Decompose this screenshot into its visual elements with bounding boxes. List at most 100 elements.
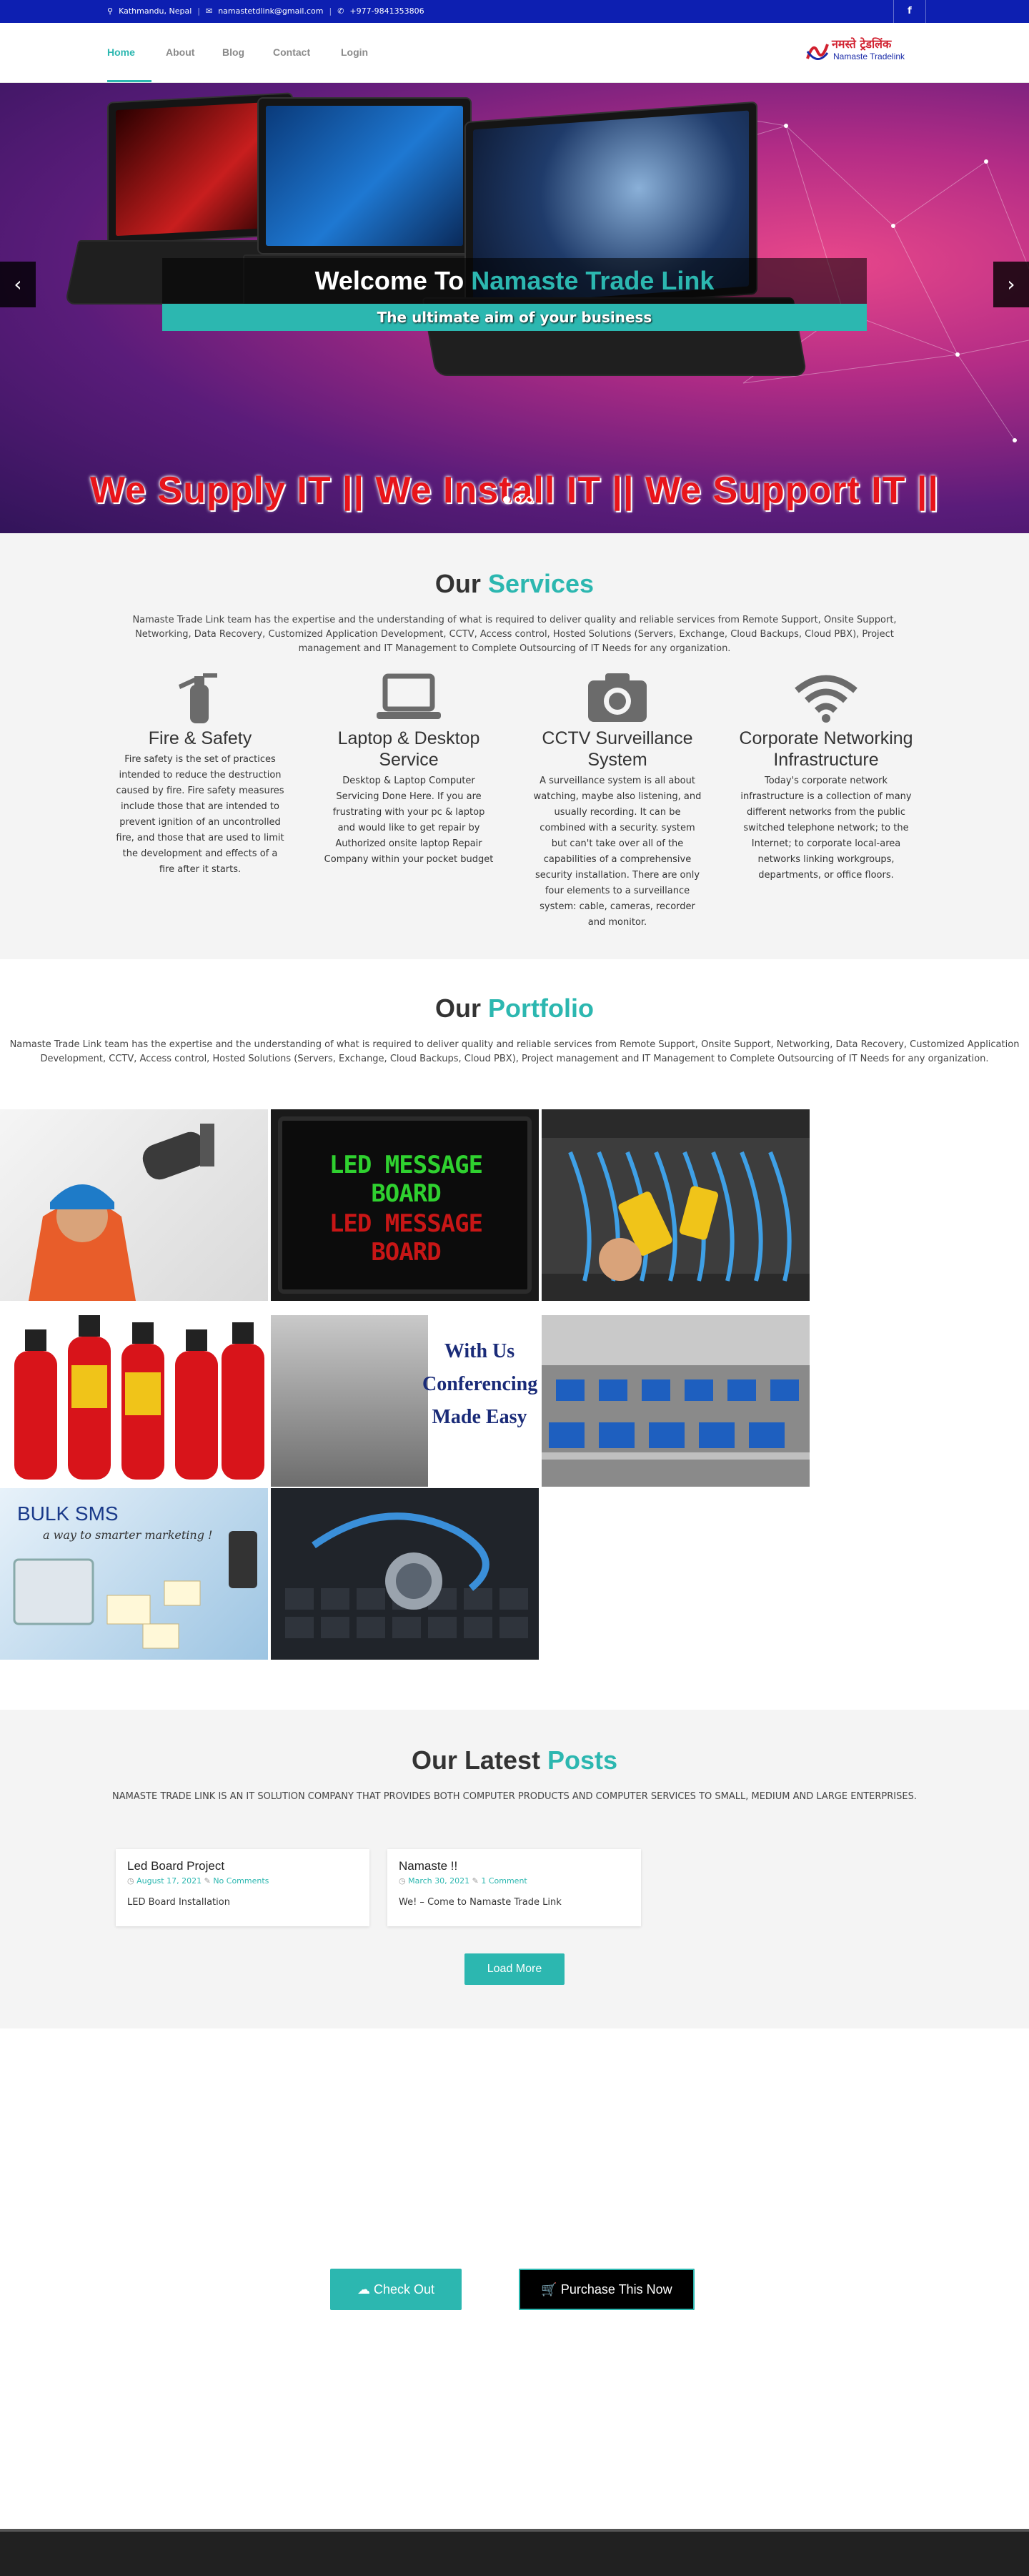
service-text: Desktop & Laptop Computer Servicing Done… [324,776,494,865]
slider-dot[interactable] [514,496,522,503]
nav-item-contact[interactable]: Contact [273,46,310,58]
nav-item-blog[interactable]: Blog [222,46,244,58]
service-title: Corporate Networking Infrastructure [739,728,913,770]
logo-mark-icon [806,44,829,60]
portfolio-item-laptop-repair[interactable] [271,1488,539,1660]
post-date[interactable]: August 17, 2021 [136,1876,202,1886]
post-meta: ◷ March 30, 2021 ✎ 1 Comment [399,1876,630,1886]
hero-title-prefix: Welcome To [314,266,464,295]
nav-item-home[interactable]: Home [107,46,135,58]
phone-icon: ✆ [337,6,344,16]
location-text: Kathmandu, Nepal [119,6,192,16]
cart-icon: 🛒 [541,2282,557,2297]
portfolio-title-highlight: Portfolio [488,994,594,1023]
main-nav: Home About Blog Contact Login नमस्ते ट्र… [0,23,1029,83]
nav-item-about[interactable]: About [166,46,194,58]
hero-title-highlight: Namaste Trade Link [471,266,715,295]
led-board-text-1: LED MESSAGE BOARD [329,1151,483,1208]
nav-item-login[interactable]: Login [341,46,368,58]
service-text: Fire safety is the set of practices inte… [116,754,284,875]
hero-title: Welcome To Namaste Trade Link [162,258,867,304]
posts-description: NAMASTE TRADE LINK IS AN IT SOLUTION COM… [112,1791,917,1802]
wifi-icon [733,669,919,726]
cta-section: ☁ Check Out Features 🛒 Purchase This Now [0,2028,1029,2529]
portfolio-item-network-cabling[interactable] [542,1109,810,1301]
email-link[interactable]: namastetdlink@gmail.com [218,6,323,16]
portfolio-item-led-board[interactable]: LED MESSAGE BOARD LED MESSAGE BOARD [271,1109,539,1301]
load-more-button[interactable]: Load More [464,1953,565,1985]
service-text: A surveillance system is all about watch… [533,776,702,928]
service-card-fire: Fire & Safety Fire safety is the set of … [107,669,293,878]
check-out-features-label: Check Out Features [370,2282,435,2338]
contact-info: ⚲ Kathmandu, Nepal | ✉ namastetdlink@gma… [107,6,424,16]
comment-icon: ✎ [472,1876,479,1886]
portfolio-section: Our Portfolio Namaste Trade Link team ha… [0,959,1029,1710]
divider: | [197,6,200,16]
service-title: CCTV Surveillance System [542,728,693,770]
posts-title: Our Latest Posts [0,1745,1029,1775]
post-card[interactable]: Led Board Project ◷ August 17, 2021 ✎ No… [116,1849,369,1926]
conferencing-line-1: With Us [444,1340,515,1362]
cloud-download-icon: ☁ [357,2282,370,2297]
chevron-right-icon[interactable]: › [993,262,1029,307]
portfolio-item-bulk-sms[interactable]: BULK SMS a way to smarter marketing ! [0,1488,268,1660]
check-out-features-button[interactable]: ☁ Check Out Features [330,2269,462,2338]
hero-banner-text: We Supply IT || We Install IT || We Supp… [90,470,939,511]
post-excerpt: We! – Come to Namaste Trade Link [399,1897,562,1908]
clock-icon: ◷ [127,1876,134,1886]
facebook-icon[interactable]: f [893,0,926,23]
purchase-button[interactable]: 🛒 Purchase This Now [519,2269,695,2310]
envelope-icon: ✉ [205,6,213,16]
top-bar: ⚲ Kathmandu, Nepal | ✉ namastetdlink@gma… [0,0,1029,23]
portfolio-description: Namaste Trade Link team has the expertis… [9,1039,1020,1064]
post-date[interactable]: March 30, 2021 [408,1876,469,1886]
services-title-prefix: Our [434,569,481,598]
site-logo[interactable]: नमस्ते ट्रेडलिंक Namaste Tradelink [803,33,918,70]
hero-slider: Welcome To Namaste Trade Link The ultima… [0,83,1029,533]
slider-dots [503,496,533,503]
portfolio-item-fire-extinguishers[interactable] [0,1301,268,1488]
comment-icon: ✎ [204,1876,211,1886]
post-meta: ◷ August 17, 2021 ✎ No Comments [127,1876,358,1886]
laptop-icon [316,669,502,726]
slider-dot[interactable] [526,496,533,503]
location-pin-icon: ⚲ [107,6,114,16]
post-title[interactable]: Namaste !! [399,1859,630,1873]
services-description: Namaste Trade Link team has the expertis… [132,615,897,654]
portfolio-title: Our Portfolio [0,994,1029,1024]
post-comments[interactable]: 1 Comment [481,1876,527,1886]
service-title: Laptop & Desktop Service [337,728,480,770]
conferencing-line-2: Conferencing [422,1373,538,1395]
purchase-label: Purchase This Now [560,2282,672,2297]
post-card[interactable]: Namaste !! ◷ March 30, 2021 ✎ 1 Comment … [387,1849,641,1926]
service-text: Today's corporate network infrastructure… [740,776,912,881]
services-title: Our Services [0,569,1029,599]
latest-posts-section: Our Latest Posts NAMASTE TRADE LINK IS A… [0,1710,1029,2028]
logo-text-nepali: नमस्ते ट्रेडलिंक [832,37,892,51]
chevron-left-icon[interactable]: ‹ [0,262,36,307]
post-comments[interactable]: No Comments [213,1876,269,1886]
hero-subtitle: The ultimate aim of your business [162,304,867,331]
post-title[interactable]: Led Board Project [127,1859,358,1873]
phone-link[interactable]: +977-9841353806 [349,6,424,16]
portfolio-item-computer-lab[interactable] [542,1301,810,1488]
slider-dot[interactable] [503,496,510,503]
conferencing-text: With Us Conferencing Made Easy [422,1335,537,1434]
portfolio-item-cctv[interactable] [0,1109,268,1301]
service-card-cctv: CCTV Surveillance System A surveillance … [525,669,710,931]
portfolio-item-video-conferencing[interactable]: With Us Conferencing Made Easy [271,1301,539,1488]
clock-icon: ◷ [399,1876,406,1886]
fire-extinguisher-icon [107,669,293,726]
posts-title-highlight: Posts [547,1745,618,1775]
camera-icon [525,669,710,726]
service-card-network: Corporate Networking Infrastructure Toda… [733,669,919,883]
laptop-image-2 [257,97,472,254]
service-card-laptop: Laptop & Desktop Service Desktop & Lapto… [316,669,502,868]
footer [0,2529,1029,2576]
divider: | [329,6,332,16]
services-title-highlight: Services [487,569,595,598]
service-title: Fire & Safety [148,728,252,748]
nav-active-indicator [107,80,151,82]
services-section: Our Services Namaste Trade Link team has… [0,533,1029,959]
post-excerpt: LED Board Installation [127,1897,230,1908]
